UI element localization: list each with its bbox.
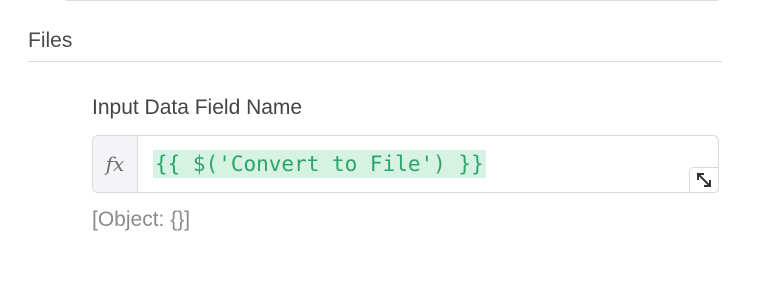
section-divider	[28, 61, 722, 62]
input-data-field-name-label: Input Data Field Name	[92, 96, 303, 119]
input-data-field-name-expression-editor[interactable]: fx {{ $('Convert to File') }}	[92, 135, 719, 193]
expression-text[interactable]: {{ $('Convert to File') }}	[153, 150, 486, 178]
top-divider	[66, 0, 718, 1]
section-title: Files	[28, 29, 73, 52]
expand-editor-button[interactable]	[689, 167, 719, 193]
fx-icon: fx	[93, 136, 138, 192]
expression-result-preview: [Object: {}]	[92, 208, 191, 231]
expand-diagonal-icon	[696, 172, 711, 187]
